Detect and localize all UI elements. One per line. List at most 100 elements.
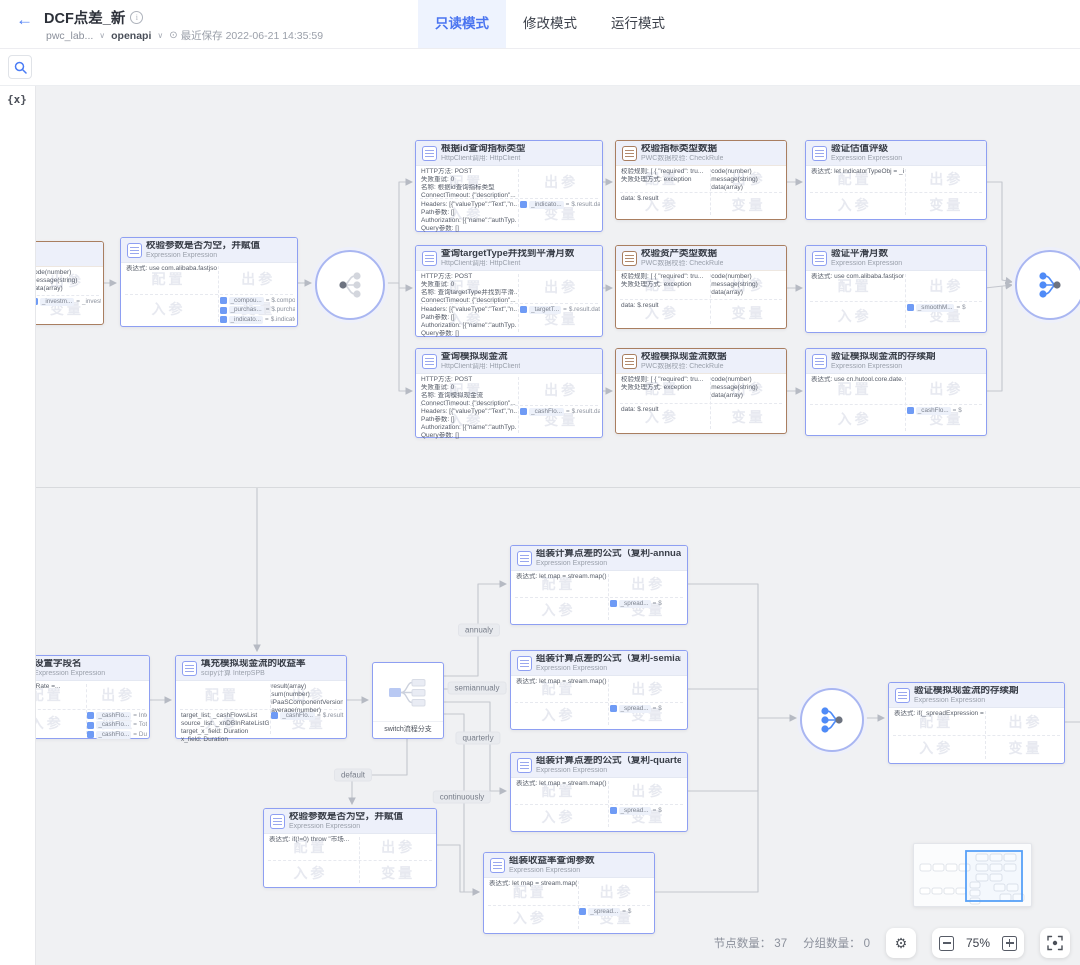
tag-name: _spread...: [588, 908, 620, 916]
tag-name: _spread...: [619, 807, 651, 815]
zoom-in-icon[interactable]: [1002, 936, 1017, 951]
left-panel: {x}: [0, 85, 36, 965]
node-header: 校验参数是否为空，并赋值Expression Expression: [264, 809, 436, 834]
node-config: 校验规则: [ { "required": tru...失败处理方式: exce…: [621, 273, 709, 289]
node-config: HTTP方法: POST失败重试: 0名称: 根据id查询指标类型Connect…: [421, 168, 517, 201]
watermark-input: 入参: [513, 908, 547, 928]
node-check-params-bottom[interactable]: 校验参数是否为空，并赋值Expression Expression配置出参入参变…: [263, 808, 437, 888]
node-spread-formula-semiannualy[interactable]: 组装计算点差的公式（复利-semiannualy）Expression Expr…: [510, 650, 688, 730]
tab-run-mode[interactable]: 运行模式: [594, 0, 682, 48]
node-type-icon: [422, 146, 437, 161]
tag-value: $.result.data: [571, 201, 600, 209]
node-type-icon: [127, 243, 142, 258]
node-title: 验证模拟现金流的存续期: [831, 352, 936, 363]
node-title: 设置字段名: [34, 659, 105, 670]
switch-node-label: switch流程分支: [373, 721, 443, 738]
watermark-input: 入参: [838, 409, 872, 429]
node-header: 校验指标类型数据PWC数据校验: CheckRule: [616, 141, 786, 166]
node-header: 查询模拟现金流HttpClient调用: HttpClient: [416, 349, 602, 374]
tag-icon: [87, 731, 94, 738]
search-button[interactable]: [8, 55, 32, 79]
settings-button[interactable]: ⚙: [886, 928, 916, 958]
node-verify-valuation-rating[interactable]: 验证估值评级Expression Expression配置出参入参变量表达式: …: [805, 140, 987, 220]
variable-tag: _indicato...=$.indicatorT...: [220, 316, 295, 324]
minimap[interactable]: [913, 843, 1032, 907]
tag-value: $: [958, 407, 962, 415]
service-select[interactable]: openapi: [111, 30, 151, 42]
node-title: 校验参数是否为空，并赋值: [146, 241, 260, 252]
node-title: 查询模拟现金流: [441, 352, 520, 363]
node-config: 表达式: use com.alibaba.fastjson...: [126, 265, 217, 273]
node-subtitle: scipy计算 InterpSPB: [201, 670, 306, 678]
tag-name: _cashFlo...: [280, 712, 315, 720]
node-check-cashflow-data[interactable]: 校验模拟现金流数据PWC数据校验: CheckRule配置出参入参变量校验规则:…: [615, 348, 787, 434]
watermark-config: 配置: [205, 685, 239, 705]
variables-toggle[interactable]: {x}: [7, 93, 35, 106]
node-query-targettype[interactable]: 查询targetType并找到平滑月数HttpClient调用: HttpCli…: [415, 245, 603, 337]
node-check-asset-data[interactable]: 校验资产类型数据PWC数据校验: CheckRule配置出参入参变量校验规则: …: [615, 245, 787, 329]
tab-edit-mode[interactable]: 修改模式: [506, 0, 594, 48]
node-subtitle: HttpClient调用: HttpClient: [441, 155, 525, 163]
node-header: 组装计算点差的公式（复利-semiannualy）Expression Expr…: [511, 651, 687, 676]
workspace-select[interactable]: pwc_lab...: [46, 30, 93, 42]
variable-tag: _indicato...=$.result.data: [520, 201, 600, 209]
node-fill-yield-rate[interactable]: 填充模拟现金流的收益率scipy计算 InterpSPB配置出参入参变量resu…: [175, 655, 347, 739]
node-title: 填充模拟现金流的收益率: [201, 659, 306, 670]
node-variable-tags: _spread...=$: [610, 705, 685, 713]
variable-tag: _cashFlo...=$.result: [271, 712, 344, 720]
watermark-input: 入参: [152, 299, 186, 319]
join-gateway-bottom[interactable]: [800, 688, 864, 752]
node-spread-formula-quarterly[interactable]: 组装计算点差的公式（复利-quarterly）Expression Expres…: [510, 752, 688, 832]
node-subtitle: PWC数据校验: CheckRule: [641, 155, 723, 163]
tag-icon: [610, 600, 617, 607]
node-type-icon: [517, 551, 532, 566]
node-config: 校验规则: [ { "required": tru...失败处理方式: exce…: [621, 376, 709, 392]
node-body: 配置出参入参变量HTTP方法: POST失败重试: 0名称: 根据id查询指标类…: [416, 165, 602, 231]
node-config: 表达式: let map = stream.map()...: [516, 573, 607, 581]
tab-readonly-mode[interactable]: 只读模式: [418, 0, 506, 48]
tag-icon: [610, 807, 617, 814]
node-header: 组装收益率查询参数Expression Expression: [484, 853, 654, 878]
node-title: 校验指标类型数据: [641, 144, 723, 155]
node-verify-duration-top[interactable]: 验证模拟现金流的存续期Expression Expression配置出参入参变量…: [805, 348, 987, 436]
node-outputs: code(number)message(string)data(array): [31, 269, 100, 293]
zoom-out-icon[interactable]: [939, 936, 954, 951]
info-icon[interactable]: i: [130, 11, 143, 24]
node-variable-tags: _spread...=$: [610, 600, 685, 608]
node-query-sim-cashflow[interactable]: 查询模拟现金流HttpClient调用: HttpClient配置出参入参变量H…: [415, 348, 603, 438]
node-variable-tags: _targetT...=$.result.data: [520, 306, 600, 314]
switch-branch[interactable]: switch流程分支: [372, 662, 444, 739]
node-query-indicator-type[interactable]: 根据id查询指标类型HttpClient调用: HttpClient配置出参入参…: [415, 140, 603, 232]
node-verify-duration-bottom[interactable]: 验证模拟现金流的存续期Expression Expression配置出参入参变量…: [888, 682, 1065, 764]
node-body: 配置出参入参变量表达式: let map = stream.map()..._s…: [511, 675, 687, 729]
join-gateway-top[interactable]: [1015, 250, 1080, 320]
flow-canvas[interactable]: annualysemiannualyquarterlydefaultcontin…: [0, 0, 1080, 965]
node-header: 校验资产类型数据PWC数据校验: CheckRule: [616, 246, 786, 271]
node-body: 配置出参入参变量表达式: let map = stream.map()..._s…: [511, 570, 687, 624]
node-check-params-assign[interactable]: 校验参数是否为空，并赋值Expression Expression配置出参入参变…: [120, 237, 298, 327]
node-spread-formula-annualy[interactable]: 组装计算点差的公式（复利-annualy）Expression Expressi…: [510, 545, 688, 625]
node-verify-smooth-months[interactable]: 验证平滑月数Expression Expression配置出参入参变量表达式: …: [805, 245, 987, 333]
back-arrow-icon[interactable]: ←: [16, 11, 33, 28]
node-variable-tags: _cashFlo...=$: [907, 407, 984, 415]
tag-icon: [87, 712, 94, 719]
split-gateway-top[interactable]: [315, 250, 385, 320]
watermark-output: 出参: [544, 277, 578, 297]
node-check-indicator-data[interactable]: 校验指标类型数据PWC数据校验: CheckRule配置出参入参变量校验规则: …: [615, 140, 787, 220]
tag-name: _indicato...: [529, 201, 563, 209]
node-config: 校验规则: [ { "required": tru...失败处理方式: exce…: [621, 168, 709, 184]
tag-name: _investm...: [40, 298, 74, 306]
canvas-toolbar: [0, 48, 1080, 86]
tag-icon: [220, 316, 227, 323]
watermark-input: 入参: [838, 195, 872, 215]
node-config: 表达式: if(!=0) throw "市场...: [269, 836, 358, 844]
node-header: 组装计算点差的公式（复利-annualy）Expression Expressi…: [511, 546, 687, 571]
node-type-icon: [812, 251, 827, 266]
fit-view-button[interactable]: [1040, 928, 1070, 958]
tag-value: $: [962, 304, 966, 312]
watermark-input: 入参: [542, 807, 576, 827]
node-type-icon: [490, 858, 505, 873]
node-build-yield-query[interactable]: 组装收益率查询参数Expression Expression配置出参入参变量表达…: [483, 852, 655, 934]
tag-value: $.purchase...: [271, 306, 295, 314]
node-config: 表达式: let map = stream.map()...: [516, 678, 607, 686]
